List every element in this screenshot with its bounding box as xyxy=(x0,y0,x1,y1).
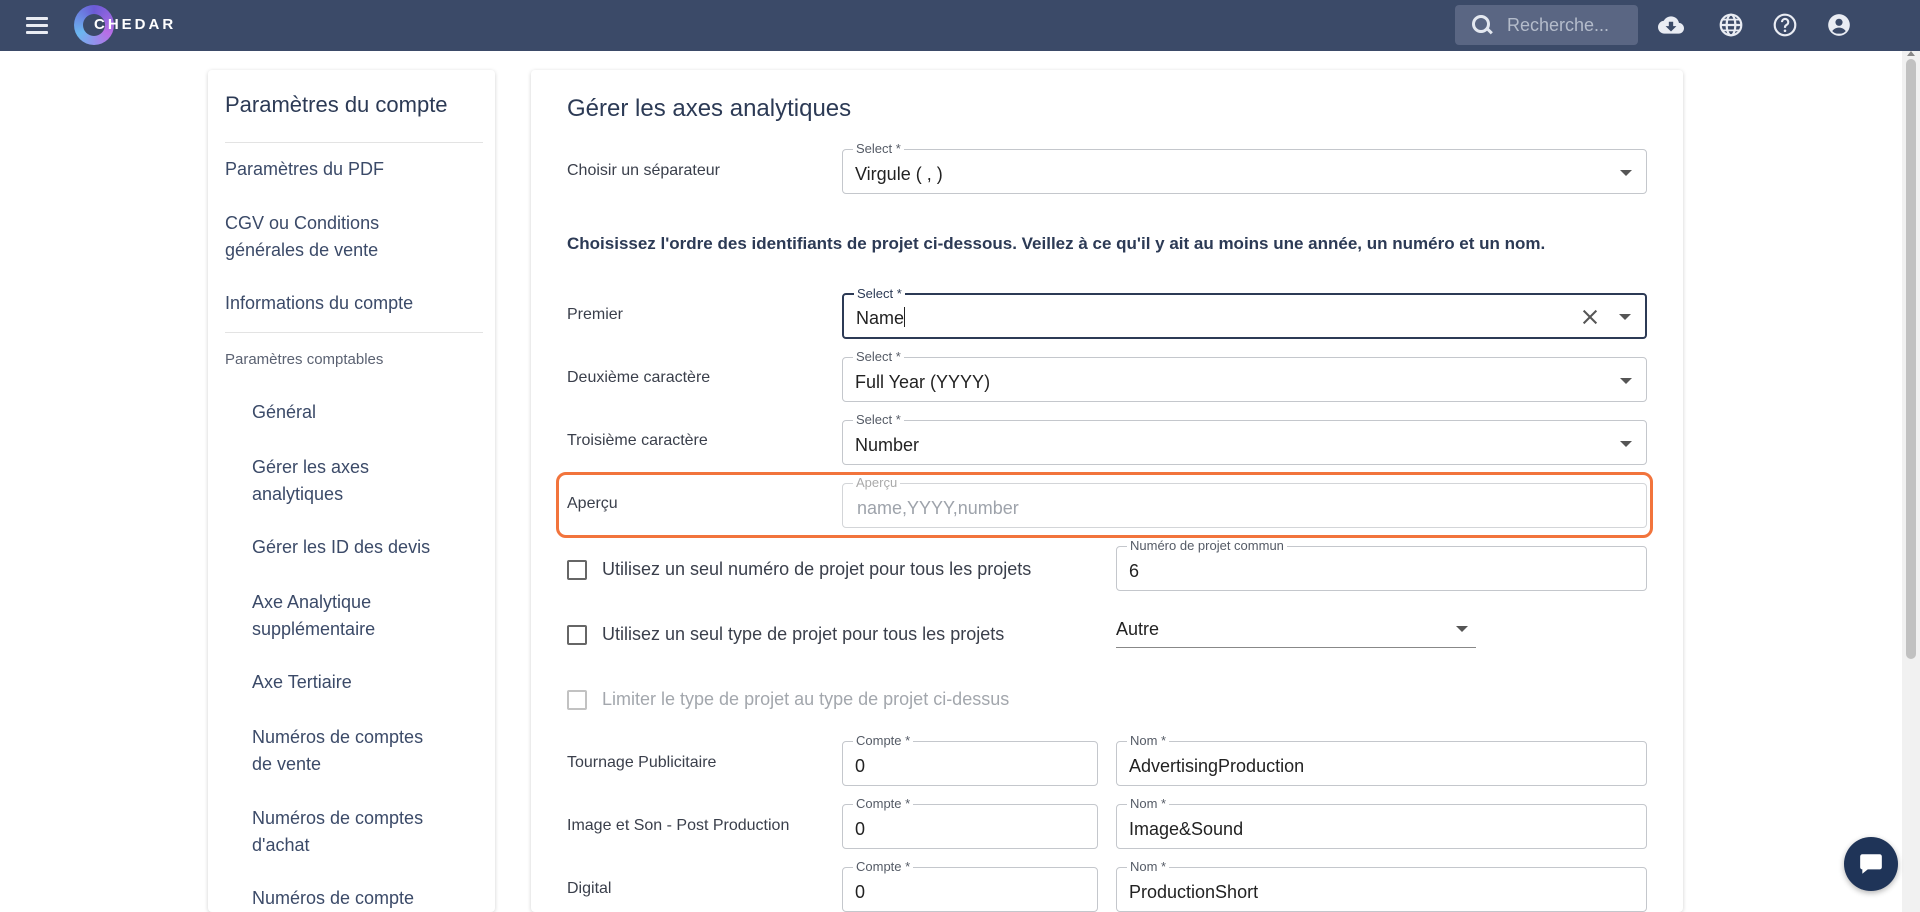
logo-text: CHEDAR xyxy=(94,16,177,33)
sidebar-item-general[interactable]: Général xyxy=(252,399,462,426)
separator-value: Virgule ( , ) xyxy=(855,164,943,184)
sidebar-section-accounting: Paramètres comptables xyxy=(225,351,384,368)
menu-icon[interactable] xyxy=(26,12,52,38)
field-legend: Select * xyxy=(853,141,904,157)
name-field[interactable]: Nom * AdvertisingProduction xyxy=(1116,733,1647,786)
second-select[interactable]: Select * Full Year (YYYY) xyxy=(842,349,1647,402)
field-legend: Nom * xyxy=(1127,733,1170,749)
sidebar-item-sales-account-numbers[interactable]: Numéros de comptes de vente xyxy=(252,724,442,778)
limit-type-checkbox xyxy=(567,689,587,710)
chat-bubble-icon xyxy=(1860,854,1882,874)
first-value: Name xyxy=(856,307,906,329)
name-value: AdvertisingProduction xyxy=(1129,756,1305,776)
chedar-logo[interactable]: CHEDAR xyxy=(74,3,173,47)
sidebar-item-cgv[interactable]: CGV ou Conditions générales de vente xyxy=(225,210,425,264)
field-legend: Nom * xyxy=(1127,859,1170,875)
field-legend: Compte * xyxy=(853,796,914,812)
page-scrollbar[interactable] xyxy=(1902,51,1920,912)
instruction-text: Choisissez l'ordre des identifiants de p… xyxy=(567,234,1546,253)
scrollbar-thumb[interactable] xyxy=(1906,59,1916,659)
third-label: Troisième caractère xyxy=(567,432,708,449)
divider xyxy=(225,332,483,333)
limit-type-label: Limiter le type de projet au type de pro… xyxy=(602,689,1010,709)
single-number-checkbox[interactable] xyxy=(567,559,587,580)
field-legend: Numéro de projet commun xyxy=(1127,538,1287,554)
top-app-bar: CHEDAR Recherche... xyxy=(0,0,1920,51)
single-type-checkbox-row[interactable]: Utilisez un seul type de projet pour tou… xyxy=(567,624,1004,645)
second-label: Deuxième caractère xyxy=(567,369,711,386)
name-value: Image&Sound xyxy=(1129,819,1244,839)
globe-icon[interactable] xyxy=(1718,12,1744,38)
sidebar-item-pdf-settings[interactable]: Paramètres du PDF xyxy=(225,156,475,183)
sidebar-item-tertiary-axis[interactable]: Axe Tertiaire xyxy=(252,669,462,696)
name-value: ProductionShort xyxy=(1129,882,1259,902)
preview-value: name,YYYY,number xyxy=(857,498,1019,518)
search-box[interactable]: Recherche... xyxy=(1455,5,1638,45)
field-legend: Aperçu xyxy=(853,475,901,491)
page-title: Gérer les axes analytiques xyxy=(567,95,852,122)
text-cursor xyxy=(904,307,906,327)
sidebar-item-extra-analytic-axis[interactable]: Axe Analytique supplémentaire xyxy=(252,589,412,643)
field-legend: Compte * xyxy=(853,733,914,749)
project-type-label: Image et Son - Post Production xyxy=(567,817,790,834)
account-field[interactable]: Compte * 0 xyxy=(842,796,1098,849)
account-value: 0 xyxy=(855,819,866,839)
account-value: 0 xyxy=(855,756,866,776)
separator-label: Choisir un séparateur xyxy=(567,162,720,179)
field-legend: Select * xyxy=(854,286,905,302)
single-type-checkbox[interactable] xyxy=(567,624,587,645)
field-legend: Select * xyxy=(853,412,904,428)
preview-label: Aperçu xyxy=(567,495,618,512)
project-type-select[interactable]: Autre xyxy=(1116,610,1476,648)
chevron-down-icon xyxy=(1620,170,1632,176)
separator-select[interactable]: Select * Virgule ( , ) xyxy=(842,141,1647,194)
first-label: Premier xyxy=(567,306,624,323)
limit-type-checkbox-row: Limiter le type de projet au type de pro… xyxy=(567,689,1009,710)
chat-button[interactable] xyxy=(1844,837,1898,891)
account-field[interactable]: Compte * 0 xyxy=(842,859,1098,912)
name-field[interactable]: Nom * Image&Sound xyxy=(1116,796,1647,849)
second-value: Full Year (YYYY) xyxy=(855,372,991,392)
common-project-number-field[interactable]: Numéro de projet commun 6 xyxy=(1116,538,1647,591)
third-select[interactable]: Select * Number xyxy=(842,412,1647,465)
sidebar-title: Paramètres du compte xyxy=(225,92,448,117)
chevron-down-icon xyxy=(1619,314,1631,320)
chevron-down-icon xyxy=(1620,378,1632,384)
search-input[interactable]: Recherche... xyxy=(1507,15,1609,36)
divider xyxy=(225,142,483,143)
field-legend: Nom * xyxy=(1127,796,1170,812)
single-number-label: Utilisez un seul numéro de projet pour t… xyxy=(602,559,1032,579)
name-field[interactable]: Nom * ProductionShort xyxy=(1116,859,1647,912)
preview-field: Aperçu name,YYYY,number xyxy=(842,475,1647,528)
sidebar-item-quote-ids[interactable]: Gérer les ID des devis xyxy=(252,534,462,561)
help-icon[interactable] xyxy=(1772,12,1798,38)
account-field[interactable]: Compte * 0 xyxy=(842,733,1098,786)
account-settings-sidebar: Paramètres du compte Paramètres du PDF C… xyxy=(208,70,495,912)
project-type-value: Autre xyxy=(1116,619,1160,639)
single-type-label: Utilisez un seul type de projet pour tou… xyxy=(602,624,1005,644)
account-icon[interactable] xyxy=(1826,12,1852,38)
chevron-down-icon xyxy=(1456,626,1468,632)
single-number-checkbox-row[interactable]: Utilisez un seul numéro de projet pour t… xyxy=(567,559,1031,580)
sidebar-item-account-numbers[interactable]: Numéros de compte xyxy=(252,885,442,912)
third-value: Number xyxy=(855,435,920,455)
scroll-up-arrow-icon[interactable] xyxy=(1907,51,1915,56)
account-value: 0 xyxy=(855,882,866,902)
sidebar-item-analytic-axes[interactable]: Gérer les axes analytiques xyxy=(252,454,402,508)
sidebar-item-purchase-account-numbers[interactable]: Numéros de comptes d'achat xyxy=(252,805,442,859)
common-project-number-value: 6 xyxy=(1129,561,1140,581)
analytic-axes-panel: Gérer les axes analytiques Choisir un sé… xyxy=(531,70,1683,912)
field-legend: Compte * xyxy=(853,859,914,875)
field-legend: Select * xyxy=(853,349,904,365)
project-type-label: Tournage Publicitaire xyxy=(567,754,717,771)
sidebar-item-account-info[interactable]: Informations du compte xyxy=(225,290,475,317)
search-icon xyxy=(1471,14,1493,36)
download-cloud-icon[interactable] xyxy=(1658,12,1684,38)
project-type-label: Digital xyxy=(567,880,612,897)
first-select[interactable]: Select * Name xyxy=(842,286,1647,339)
chevron-down-icon xyxy=(1620,441,1632,447)
clear-icon[interactable] xyxy=(1581,308,1599,326)
first-value-text: Name xyxy=(856,308,905,328)
